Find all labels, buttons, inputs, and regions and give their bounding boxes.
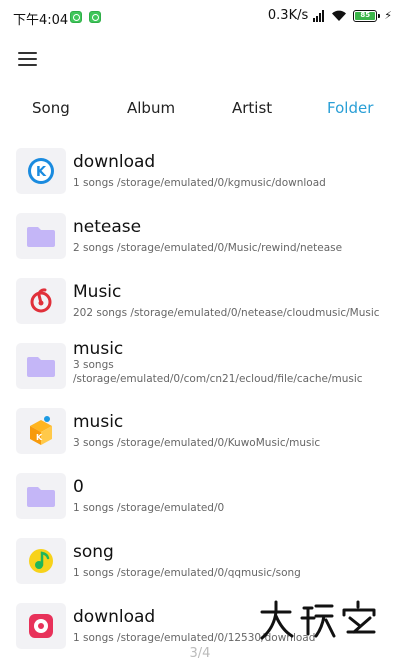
folder-name: netease [73, 217, 142, 237]
wifi-icon [332, 10, 347, 21]
list-item[interactable]: song 1 songs /storage/emulated/0/qqmusic… [0, 532, 400, 592]
tab-song[interactable]: Song [32, 99, 70, 117]
list-item[interactable]: K download 1 songs /storage/emulated/0/k… [0, 142, 400, 202]
list-item[interactable]: K music 3 songs /storage/emulated/0/Kuwo… [0, 402, 400, 462]
charging-icon: ⚡ [384, 9, 392, 22]
folder-meta: 1 songs /storage/emulated/0/kgmusic/down… [73, 177, 326, 189]
folder-meta: 3 songs /storage/emulated/0/com/cn21/ecl… [73, 359, 363, 385]
qq-music-icon [16, 538, 66, 584]
svg-text:K: K [36, 433, 43, 442]
list-item[interactable]: music 3 songs /storage/emulated/0/com/cn… [0, 337, 400, 397]
folder-icon [16, 343, 66, 389]
kuwo-music-icon: K [16, 408, 66, 454]
page-indicator: 3/4 [189, 646, 211, 661]
battery-level: 85 [355, 11, 376, 20]
folder-name: download [73, 607, 156, 627]
tab-folder[interactable]: Folder [327, 99, 373, 117]
signal-icon [313, 9, 325, 22]
svg-text:K: K [36, 165, 47, 180]
status-time: 下午4:04 [13, 13, 69, 28]
list-item[interactable]: 0 1 songs /storage/emulated/0 [0, 467, 400, 527]
tab-album[interactable]: Album [127, 99, 175, 117]
folder-meta: 202 songs /storage/emulated/0/netease/cl… [73, 307, 380, 319]
folder-meta: 1 songs /storage/emulated/0/qqmusic/song [73, 567, 301, 579]
folder-meta: 1 songs /storage/emulated/0 [73, 502, 225, 514]
notification-app-icon [89, 11, 101, 23]
folder-name: Music [73, 282, 122, 302]
watermark-logo [260, 600, 376, 640]
folder-name: music [73, 412, 124, 432]
folder-name: download [73, 152, 156, 172]
folder-icon [16, 213, 66, 259]
notification-app-icon [70, 11, 82, 23]
list-item[interactable]: netease 2 songs /storage/emulated/0/Musi… [0, 207, 400, 267]
folder-name: song [73, 542, 114, 562]
folder-icon [16, 473, 66, 519]
migu-music-icon [16, 603, 66, 649]
netease-cloud-music-icon [16, 278, 66, 324]
network-speed: 0.3K/s [267, 8, 309, 23]
folder-name: music [73, 339, 124, 359]
folder-meta: 3 songs /storage/emulated/0/KuwoMusic/mu… [73, 437, 321, 449]
kugou-music-icon: K [16, 148, 66, 194]
tab-artist[interactable]: Artist [232, 99, 272, 117]
hamburger-menu-icon[interactable] [18, 52, 38, 68]
folder-meta: 2 songs /storage/emulated/0/Music/rewind… [73, 242, 343, 254]
battery-icon: 85 [353, 9, 381, 22]
folder-name: 0 [73, 477, 84, 497]
status-bar: 下午4:04 0.3K/s 85 ⚡ [0, 0, 400, 34]
tab-bar: Song Album Artist Folder [0, 99, 400, 121]
list-item[interactable]: Music 202 songs /storage/emulated/0/nete… [0, 272, 400, 332]
